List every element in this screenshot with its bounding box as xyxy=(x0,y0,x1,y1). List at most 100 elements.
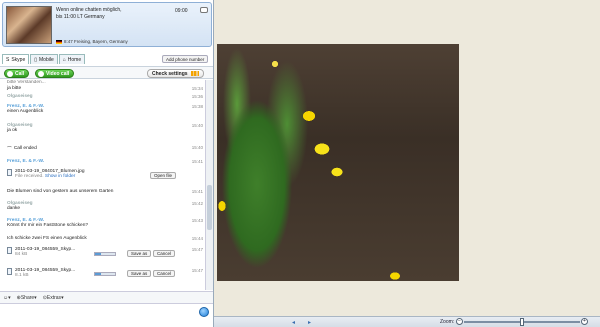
phone-hangup-icon: ⌒ xyxy=(7,147,12,152)
chat-message: Die Blumen sind von gestern aus unserem … xyxy=(7,189,203,194)
chat-message: Olgaseiseg 15:36 xyxy=(7,94,203,99)
message-text: ja bitte xyxy=(7,86,22,91)
avatar[interactable] xyxy=(6,6,52,44)
contact-tabs: S Skype ▯ Mobile ⌂ Home xyxy=(2,54,86,64)
emoticon-icon[interactable]: ☺▾ xyxy=(3,295,11,301)
message-text: danke xyxy=(7,206,21,211)
chat-message: ja bitte 15:34 xyxy=(7,86,203,91)
previous-image-icon[interactable]: ◂ xyxy=(292,319,295,326)
message-time: 15:42 xyxy=(191,201,203,206)
share-button[interactable]: ⊕Share▾ xyxy=(17,295,37,301)
tab-skype-label: Skype xyxy=(11,56,26,63)
message-text: Ich schicke zwei FS einen Augenblick xyxy=(7,236,87,241)
add-phone-number-button[interactable]: Add phone number xyxy=(162,55,209,63)
message-sender: Olgaseiseg xyxy=(7,94,33,99)
check-settings-button[interactable]: Check settings xyxy=(147,69,204,78)
message-text: Die Blumen sind von gestern aus unserem … xyxy=(7,189,114,194)
contact-location: 8:47 Freising, Bayern, Germany xyxy=(56,39,128,44)
message-time: 15:43 xyxy=(191,218,203,223)
chat-message: Olgaseiseg danke 15:42 xyxy=(7,201,203,211)
file-icon xyxy=(7,268,12,275)
chat-message: Frenz, E. & F.-W. einen Augenblick 15:38 xyxy=(7,104,203,114)
mood-message: Wenn online chatten möglich, bis 11:00 L… xyxy=(56,7,156,21)
send-button[interactable] xyxy=(199,307,209,317)
cancel-button[interactable]: Cancel xyxy=(153,250,176,257)
message-time: 15:38 xyxy=(191,104,203,109)
mobile-icon: ▯ xyxy=(34,56,38,63)
save-as-button[interactable]: Save as xyxy=(127,250,152,257)
progress-fill xyxy=(95,253,101,255)
next-image-icon[interactable]: ▸ xyxy=(308,319,311,326)
file-icon xyxy=(7,169,12,176)
video-call-button[interactable]: Video call xyxy=(35,69,75,78)
message-input[interactable] xyxy=(0,303,213,327)
file-size: 8.1 kB xyxy=(15,273,29,278)
home-icon: ⌂ xyxy=(62,56,66,63)
message-time: 15:44 xyxy=(191,236,203,241)
viewer-status-bar: ◂ ▸ Zoom: − + xyxy=(214,316,600,327)
phone-icon[interactable] xyxy=(200,7,208,13)
chat-message: Frenz, E. & F.-W. 15:41 xyxy=(7,159,203,164)
signal-strength-icon xyxy=(190,71,199,76)
chat-message: Olgaseiseg ja ok 15:40 xyxy=(7,123,203,133)
message-text: bitte Verstanden... xyxy=(7,80,46,85)
zoom-in-button[interactable]: + xyxy=(581,318,588,325)
message-time: 15:41 xyxy=(191,159,203,164)
video-camera-icon xyxy=(38,70,44,77)
file-size: 84 kB xyxy=(15,252,28,257)
phone-icon xyxy=(7,70,13,77)
save-as-button[interactable]: Save as xyxy=(127,270,152,277)
chat-message: Ich schicke zwei FS einen Augenblick 15:… xyxy=(7,236,203,241)
chat-toolbar: ☺▾ ⊕Share▾ ⊙Extras▾ xyxy=(0,291,213,303)
tab-mobile[interactable]: ▯ Mobile xyxy=(30,54,58,64)
zoom-out-button[interactable]: − xyxy=(456,318,463,325)
call-button-label: Call xyxy=(15,70,25,77)
call-button[interactable]: Call xyxy=(4,69,30,78)
file-icon xyxy=(7,247,12,254)
video-call-button-label: Video call xyxy=(46,70,70,77)
local-time: 09:00 xyxy=(175,8,188,14)
skype-chat-window: Wenn online chatten möglich, bis 11:00 L… xyxy=(0,0,214,327)
tab-home[interactable]: ⌂ Home xyxy=(58,54,86,64)
extras-button[interactable]: ⊙Extras▾ xyxy=(43,295,64,301)
tab-mobile-label: Mobile xyxy=(39,56,54,63)
progress-fill xyxy=(95,273,101,275)
chat-history[interactable]: bitte Verstanden... ja bitte 15:34 Olgas… xyxy=(0,80,205,289)
open-file-button[interactable]: Open file xyxy=(150,172,177,179)
skype-icon: S xyxy=(6,56,10,63)
file-status: File received. xyxy=(15,174,44,179)
chat-scrollbar[interactable] xyxy=(205,80,213,290)
message-sender: Frenz, E. & F.-W. xyxy=(7,159,45,164)
message-text: Könnt Ihr mir ein FastStone schicken? xyxy=(7,223,89,228)
share-label: Share xyxy=(20,294,35,301)
image-viewer xyxy=(214,0,600,316)
message-time: 15:36 xyxy=(191,94,203,99)
germany-flag-icon xyxy=(56,39,62,44)
chat-message-partial: bitte Verstanden... xyxy=(7,80,203,85)
tab-home-label: Home xyxy=(67,56,82,63)
mood-line-1: Wenn online chatten möglich, xyxy=(56,7,122,13)
tab-skype[interactable]: S Skype xyxy=(2,54,30,64)
mood-line-2: bis 11:00 LT Germany xyxy=(56,14,105,20)
scrollbar-thumb[interactable] xyxy=(207,185,212,230)
zoom-label: Zoom: xyxy=(440,319,455,325)
call-action-bar: Call Video call Check settings xyxy=(0,66,213,79)
message-text: ja ok xyxy=(7,128,18,133)
call-ended-notice: ⌒ Call ended 15:40 xyxy=(7,145,203,152)
transfer-progress-bar xyxy=(94,252,116,256)
message-time: 15:41 xyxy=(191,189,203,194)
message-time: 15:40 xyxy=(191,145,203,150)
zoom-slider-thumb[interactable] xyxy=(520,318,524,326)
chat-message: Frenz, E. & F.-W. Könnt Ihr mir ein Fast… xyxy=(7,218,203,228)
flower-photo xyxy=(217,44,459,281)
message-text: einen Augenblick xyxy=(7,109,44,114)
message-text: Call ended xyxy=(13,146,37,151)
show-in-folder-link[interactable]: Show in folder xyxy=(45,174,75,179)
extras-label: Extras xyxy=(46,294,62,301)
location-text: 8:47 Freising, Bayern, Germany xyxy=(64,39,128,44)
cancel-button[interactable]: Cancel xyxy=(153,270,176,277)
check-settings-label: Check settings xyxy=(152,70,188,77)
message-time: 15:34 xyxy=(191,86,203,91)
contact-profile-card: Wenn online chatten möglich, bis 11:00 L… xyxy=(2,2,212,47)
message-time: 15:47 xyxy=(191,247,203,252)
